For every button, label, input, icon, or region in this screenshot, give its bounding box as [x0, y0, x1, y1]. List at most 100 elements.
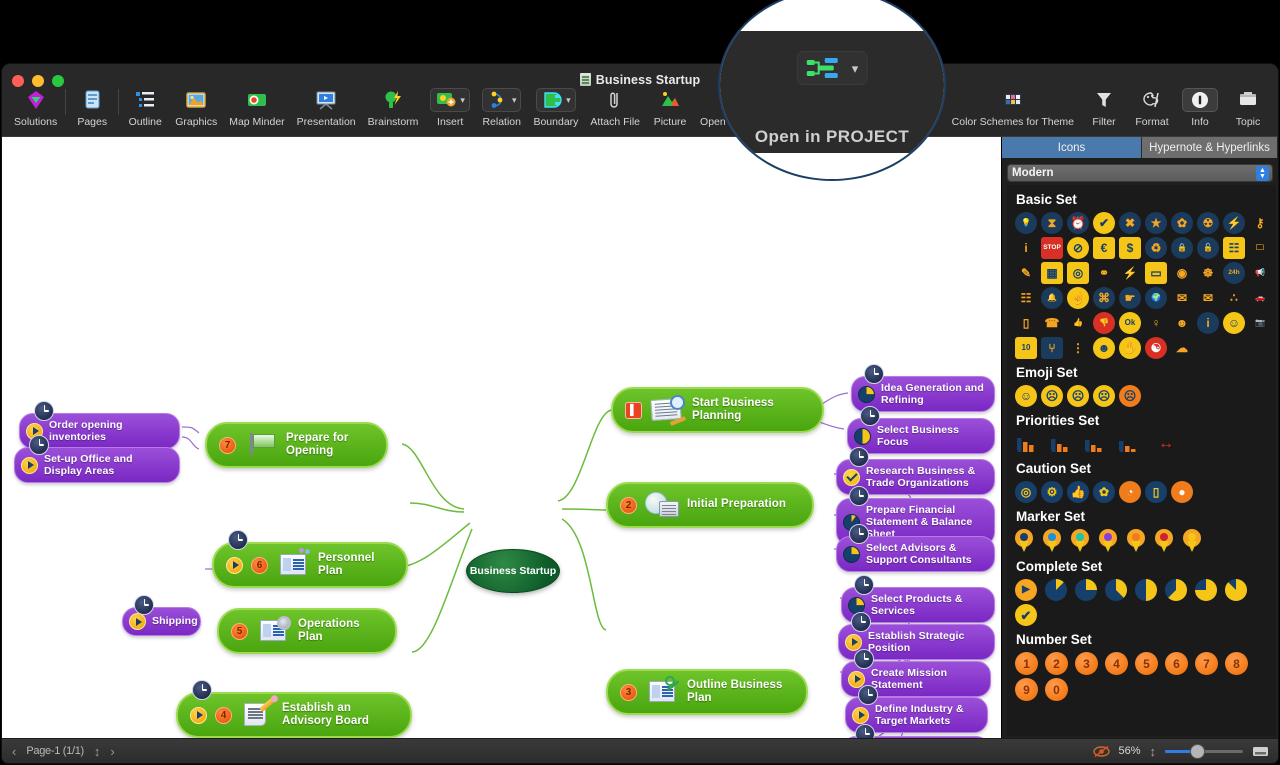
- icon-row-basic-set[interactable]: 💡 ⧗ ⏰ ✔ ✖ ★ ✿ ☢ ⚡ ⚷ i STOP ⊘ € $ ♻ 🔒 🔓 ☷ 🗀 ✎ ▦ ◎ ⚭ ⚡ ▭ ◉ ☸ 24h 📢 ☷ 🔔 ☝ ⌘ ☛…: [1015, 212, 1276, 359]
- next-page-button[interactable]: ›: [110, 744, 114, 759]
- marker-red-icon[interactable]: [1155, 529, 1173, 553]
- check-circle-icon[interactable]: ✔: [1093, 212, 1115, 234]
- stepper-icon[interactable]: ▲ ▼: [1256, 166, 1269, 181]
- icon-row-emoji-set[interactable]: ☺ ☹ ☹ ☹ ☹: [1015, 385, 1276, 407]
- toolbar-item-boundary[interactable]: ▾ Boundary: [527, 86, 584, 128]
- main-node-prepare-for-opening[interactable]: 7 Prepare for Opening: [205, 422, 388, 469]
- toolbar-item-attach-file[interactable]: Attach File: [584, 86, 646, 128]
- chevron-down-icon[interactable]: ▾: [512, 95, 517, 105]
- document-clock-icon[interactable]: ☷: [1223, 237, 1245, 259]
- chevron-down-icon[interactable]: ▾: [566, 95, 571, 105]
- icon-sets-panel[interactable]: Basic Set 💡 ⧗ ⏰ ✔ ✖ ★ ✿ ☢ ⚡ ⚷ i STOP ⊘ € $ ♻ 🔒 🔓 ☷ 🗀 ✎ ▦ ◎ ⚭ ⚡ ▭ ◉…: [1007, 185, 1276, 736]
- alarm-clock-icon[interactable]: ⏰: [1067, 212, 1089, 234]
- icon-row-caution-set[interactable]: ◎ ⚙ 👍 ✿ ◔ ▯ ●: [1015, 481, 1276, 503]
- sign-icon[interactable]: ☛: [1119, 287, 1141, 309]
- traffic-light-icon[interactable]: ⋮: [1067, 337, 1089, 359]
- radiation-icon[interactable]: ☢: [1197, 212, 1219, 234]
- zoom-slider[interactable]: [1165, 745, 1243, 758]
- user-icon[interactable]: ☻: [1171, 312, 1193, 334]
- toolbar-item-color-schemes[interactable]: Color Schemes for Theme: [946, 86, 1080, 128]
- icon-row-number-set[interactable]: 12345678 90: [1015, 652, 1276, 701]
- info-circle-icon[interactable]: i: [1197, 312, 1219, 334]
- toolbar-item-solutions[interactable]: Solutions: [8, 86, 63, 128]
- fit-page-icon[interactable]: [1252, 745, 1268, 758]
- priority-arrow-icon[interactable]: ↔: [1155, 433, 1177, 455]
- toolbar-item-relation[interactable]: ▾ Relation: [476, 86, 528, 128]
- fork-road-icon[interactable]: ⑂: [1041, 337, 1063, 359]
- center-node[interactable]: Business Startup: [466, 549, 560, 593]
- number-5-icon[interactable]: 5: [1135, 652, 1158, 675]
- magnified-open-in-project-button[interactable]: ▾: [796, 51, 868, 85]
- icon-row-complete-set[interactable]: ▶ ✔: [1015, 579, 1276, 626]
- hierarchy-icon[interactable]: ∴: [1223, 287, 1245, 309]
- slider-knob[interactable]: [1190, 745, 1204, 758]
- emoji-happy-icon[interactable]: ☺: [1015, 385, 1037, 407]
- map-pin-icon[interactable]: ◎: [1067, 262, 1089, 284]
- toolbar-item-pages[interactable]: Pages: [68, 86, 116, 128]
- ok-icon[interactable]: Ok: [1119, 312, 1141, 334]
- number-2-icon[interactable]: 2: [1045, 652, 1068, 675]
- sub-node-setup-office-display-areas[interactable]: Set-up Office and Display Areas: [14, 435, 180, 484]
- number-8-icon[interactable]: 8: [1225, 652, 1248, 675]
- link-nodes-icon[interactable]: ⚭: [1093, 262, 1115, 284]
- mobile-icon[interactable]: ▯: [1015, 312, 1037, 334]
- complete-100-icon[interactable]: ✔: [1015, 604, 1037, 626]
- icon-theme-select[interactable]: Modern ▲ ▼: [1007, 164, 1273, 182]
- marker-blue-icon[interactable]: [1043, 529, 1061, 553]
- complete-25-icon[interactable]: [1075, 579, 1097, 601]
- heart-eyes-icon[interactable]: ☻: [1093, 337, 1115, 359]
- marker-teal-icon[interactable]: [1071, 529, 1089, 553]
- camera-icon[interactable]: 📷: [1249, 312, 1271, 334]
- thumb-caution-icon[interactable]: 👍: [1067, 481, 1089, 503]
- lightbulb-icon[interactable]: 💡: [1015, 212, 1037, 234]
- handshake-icon[interactable]: ✋: [1119, 337, 1141, 359]
- main-node-operations-plan[interactable]: 5 Operations Plan: [217, 608, 397, 655]
- chevron-down-icon[interactable]: ▾: [460, 95, 465, 105]
- toolbar-item-format[interactable]: Format: [1128, 86, 1176, 128]
- prohibited-icon[interactable]: ⊘: [1067, 237, 1089, 259]
- gift-icon[interactable]: ⌘: [1093, 287, 1115, 309]
- main-node-initial-preparation[interactable]: 2 Initial Preparation: [606, 482, 814, 528]
- prev-page-button[interactable]: ‹: [12, 744, 16, 759]
- envelope-icon[interactable]: ✉: [1197, 287, 1219, 309]
- glasses-icon[interactable]: ▭: [1145, 262, 1167, 284]
- number-6-icon[interactable]: 6: [1165, 652, 1188, 675]
- thumbs-up-icon[interactable]: 👍: [1067, 312, 1089, 334]
- toolbar-item-map-minder[interactable]: Map Minder: [223, 86, 290, 128]
- emoji-angry-icon[interactable]: ☹: [1119, 385, 1141, 407]
- pie-caution-icon[interactable]: ◔: [1119, 481, 1141, 503]
- complete-75-icon[interactable]: [1195, 579, 1217, 601]
- yin-yang-icon[interactable]: ☯: [1145, 337, 1167, 359]
- marker-purple-icon[interactable]: [1099, 529, 1117, 553]
- chat-robot-icon[interactable]: ☷: [1015, 287, 1037, 309]
- hand-click-icon[interactable]: ☝: [1067, 287, 1089, 309]
- main-node-establish-advisory-board[interactable]: 4 Establish an Advisory Board: [176, 680, 412, 738]
- hide-icon[interactable]: [1093, 745, 1111, 758]
- number-4-icon[interactable]: 4: [1105, 652, 1128, 675]
- main-node-outline-business-plan[interactable]: 3 Outline Business Plan: [606, 669, 808, 716]
- mind-map-canvas[interactable]: Business Startup Order opening inventori…: [2, 137, 1001, 738]
- number-3-icon[interactable]: 3: [1075, 652, 1098, 675]
- marker-orange-icon[interactable]: [1127, 529, 1145, 553]
- marker-navy-icon[interactable]: [1015, 529, 1033, 553]
- emoji-neutral-icon[interactable]: ☹: [1041, 385, 1063, 407]
- info-italic-icon[interactable]: i: [1015, 237, 1037, 259]
- icon-row-priorities-set[interactable]: ↔: [1015, 433, 1276, 455]
- toolbar-item-graphics[interactable]: Graphics: [169, 86, 223, 128]
- table-icon[interactable]: ▦: [1041, 262, 1063, 284]
- 24h-icon[interactable]: 24h: [1223, 262, 1245, 284]
- globe-icon[interactable]: 🌍: [1145, 287, 1167, 309]
- priority-low-icon[interactable]: [1083, 433, 1105, 455]
- folder-icon[interactable]: 🗀: [1249, 237, 1271, 259]
- icon-row-marker-set[interactable]: [1015, 529, 1276, 553]
- priority-declining-icon[interactable]: [1117, 433, 1139, 455]
- toolbar-item-brainstorm[interactable]: Brainstorm: [362, 86, 425, 128]
- ribbon-caution-icon[interactable]: ✿: [1093, 481, 1115, 503]
- zoom-stepper-icon[interactable]: ↕: [1150, 744, 1157, 759]
- lightning-icon[interactable]: ⚡: [1223, 212, 1245, 234]
- tab-icons[interactable]: Icons: [1002, 137, 1142, 158]
- sub-node-shipping[interactable]: Shipping: [122, 595, 201, 636]
- tab-hypernote-hyperlinks[interactable]: Hypernote & Hyperlinks: [1142, 137, 1278, 158]
- emoji-worried-icon[interactable]: ☹: [1093, 385, 1115, 407]
- toolbar-item-outline[interactable]: Outline: [121, 86, 169, 128]
